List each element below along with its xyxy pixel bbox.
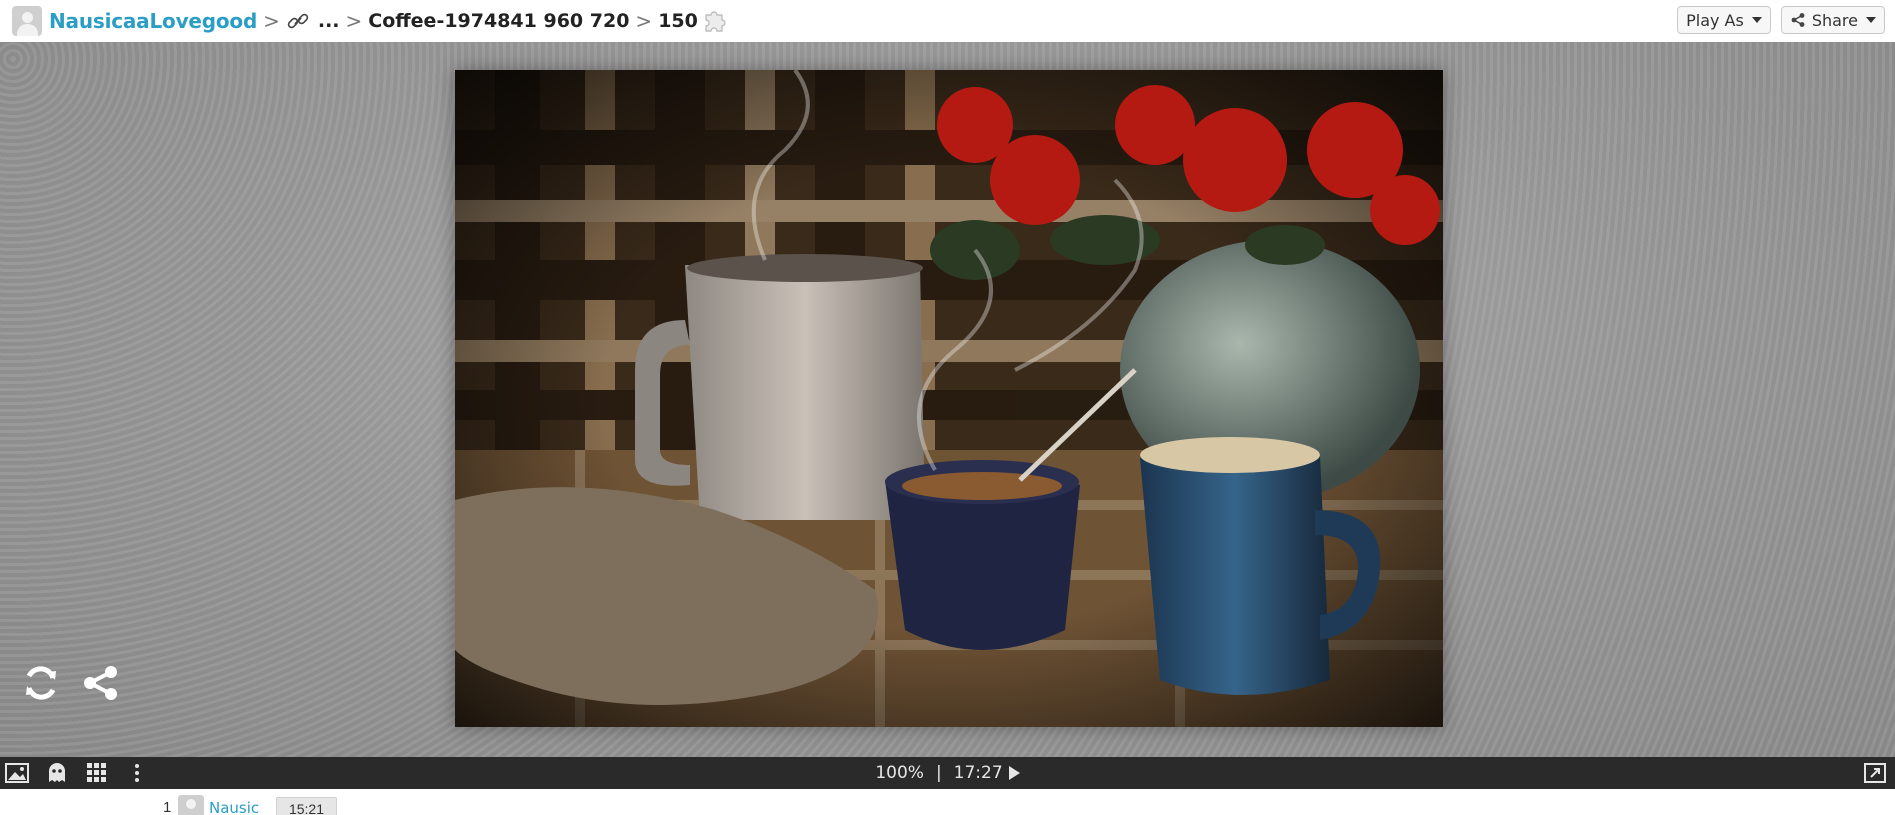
leader-name[interactable]: Nausic <box>209 799 259 815</box>
share-icon[interactable] <box>80 662 122 704</box>
status-bar: 100% | 17:27 <box>0 757 1895 789</box>
play-as-button[interactable]: Play As <box>1677 6 1771 34</box>
puzzle-image[interactable] <box>455 70 1443 727</box>
chevron-down-icon <box>1751 17 1762 23</box>
user-link[interactable]: NausicaaLovegood <box>49 9 257 33</box>
coffee-photo <box>455 70 1443 727</box>
refresh-icon[interactable] <box>20 662 62 704</box>
timer: 17:27 <box>953 763 1003 783</box>
status-divider: | <box>935 763 942 783</box>
play-icon[interactable] <box>1008 766 1020 780</box>
breadcrumb-separator: > <box>635 9 653 33</box>
avatar <box>178 795 204 815</box>
share-label: Share <box>1811 10 1858 30</box>
leader-rank: 1 <box>163 799 172 815</box>
top-bar: NausicaaLovegood > ... > Coffee-1974841 … <box>0 0 1895 42</box>
avatar[interactable] <box>12 6 42 36</box>
puzzle-title: Coffee-1974841 960 720 <box>368 10 630 32</box>
breadcrumb-separator: > <box>345 9 363 33</box>
share-icon <box>1791 13 1805 27</box>
puzzle-stage[interactable] <box>0 42 1895 757</box>
leader-time: 15:21 <box>276 797 337 815</box>
zoom-level: 100% <box>875 763 924 783</box>
puzzle-piece-icon <box>705 11 726 32</box>
chevron-down-icon <box>1866 17 1876 23</box>
play-as-label: Play As <box>1686 10 1744 30</box>
share-button[interactable]: Share <box>1780 6 1885 34</box>
breadcrumb-ellipsis[interactable]: ... <box>318 10 340 32</box>
link-icon[interactable] <box>286 12 310 30</box>
leaderboard: 1 Nausic 15:21 <box>0 789 1895 815</box>
fullscreen-icon[interactable] <box>1863 761 1887 785</box>
breadcrumb-separator: > <box>263 9 280 33</box>
piece-count: 150 <box>658 10 698 32</box>
breadcrumb: NausicaaLovegood > ... > Coffee-1974841 … <box>12 0 728 42</box>
